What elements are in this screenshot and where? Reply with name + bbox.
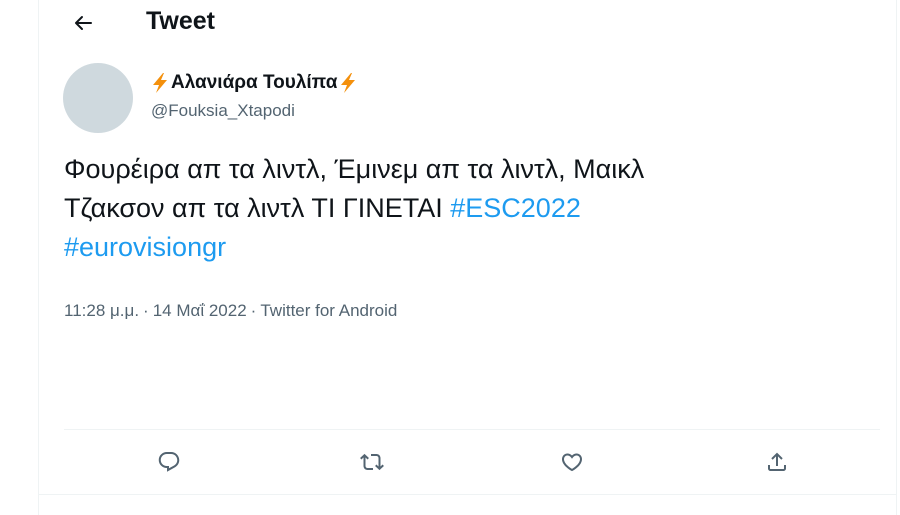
reply-button[interactable] bbox=[151, 444, 187, 480]
author-handle[interactable]: @Fouksia_Xtapodi bbox=[151, 101, 295, 121]
tweet-time[interactable]: 11:28 μ.μ. bbox=[64, 301, 139, 320]
high-voltage-emoji-icon bbox=[153, 73, 167, 93]
share-button[interactable] bbox=[759, 444, 795, 480]
hashtag-eurovisiongr[interactable]: #eurovisiongr bbox=[64, 232, 226, 262]
actions-divider bbox=[64, 429, 880, 430]
arrow-left-icon bbox=[75, 16, 92, 30]
tweet-page: Tweet Αλανιάρα Τουλίπα @Fouksia_Xtapodi … bbox=[0, 0, 900, 515]
meta-separator: · bbox=[143, 301, 149, 320]
author-display-name[interactable]: Αλανιάρα Τουλίπα bbox=[150, 71, 358, 95]
tweet-text-line-1: Φουρέιρα απ τα λιντλ, Έμινεμ απ τα λιντλ… bbox=[64, 154, 645, 184]
meta-separator: · bbox=[250, 301, 257, 320]
retweet-icon bbox=[360, 453, 384, 471]
column-right-border bbox=[896, 0, 897, 515]
reply-icon bbox=[158, 452, 180, 472]
column-left-border bbox=[38, 0, 39, 515]
hashtag-esc2022[interactable]: #ESC2022 bbox=[450, 193, 581, 223]
avatar[interactable] bbox=[63, 63, 133, 133]
like-button[interactable] bbox=[554, 444, 590, 480]
retweet-button[interactable] bbox=[354, 444, 390, 480]
share-icon bbox=[768, 452, 786, 471]
header: Tweet bbox=[38, 0, 896, 50]
author-name-text: Αλανιάρα Τουλίπα bbox=[171, 72, 338, 93]
tweet-text-line-2: Τζακσον απ τα λιντλ ΤΙ ΓΙΝΕΤΑΙ bbox=[64, 193, 451, 223]
tweet-text: Φουρέιρα απ τα λιντλ, Έμινεμ απ τα λιντλ… bbox=[64, 150, 864, 267]
tweet-meta: 11:28 μ.μ. · 14 Μαΐ 2022 · Twitter for Andro… bbox=[64, 301, 397, 321]
back-button[interactable] bbox=[66, 6, 100, 40]
column-bottom-border bbox=[38, 494, 896, 495]
page-title: Tweet bbox=[146, 7, 215, 35]
heart-icon bbox=[561, 453, 583, 472]
tweet-source[interactable]: Twitter for Android bbox=[260, 301, 397, 320]
tweet-date[interactable]: 14 Μαΐ 2022 bbox=[153, 301, 247, 320]
high-voltage-emoji-icon bbox=[341, 73, 356, 93]
